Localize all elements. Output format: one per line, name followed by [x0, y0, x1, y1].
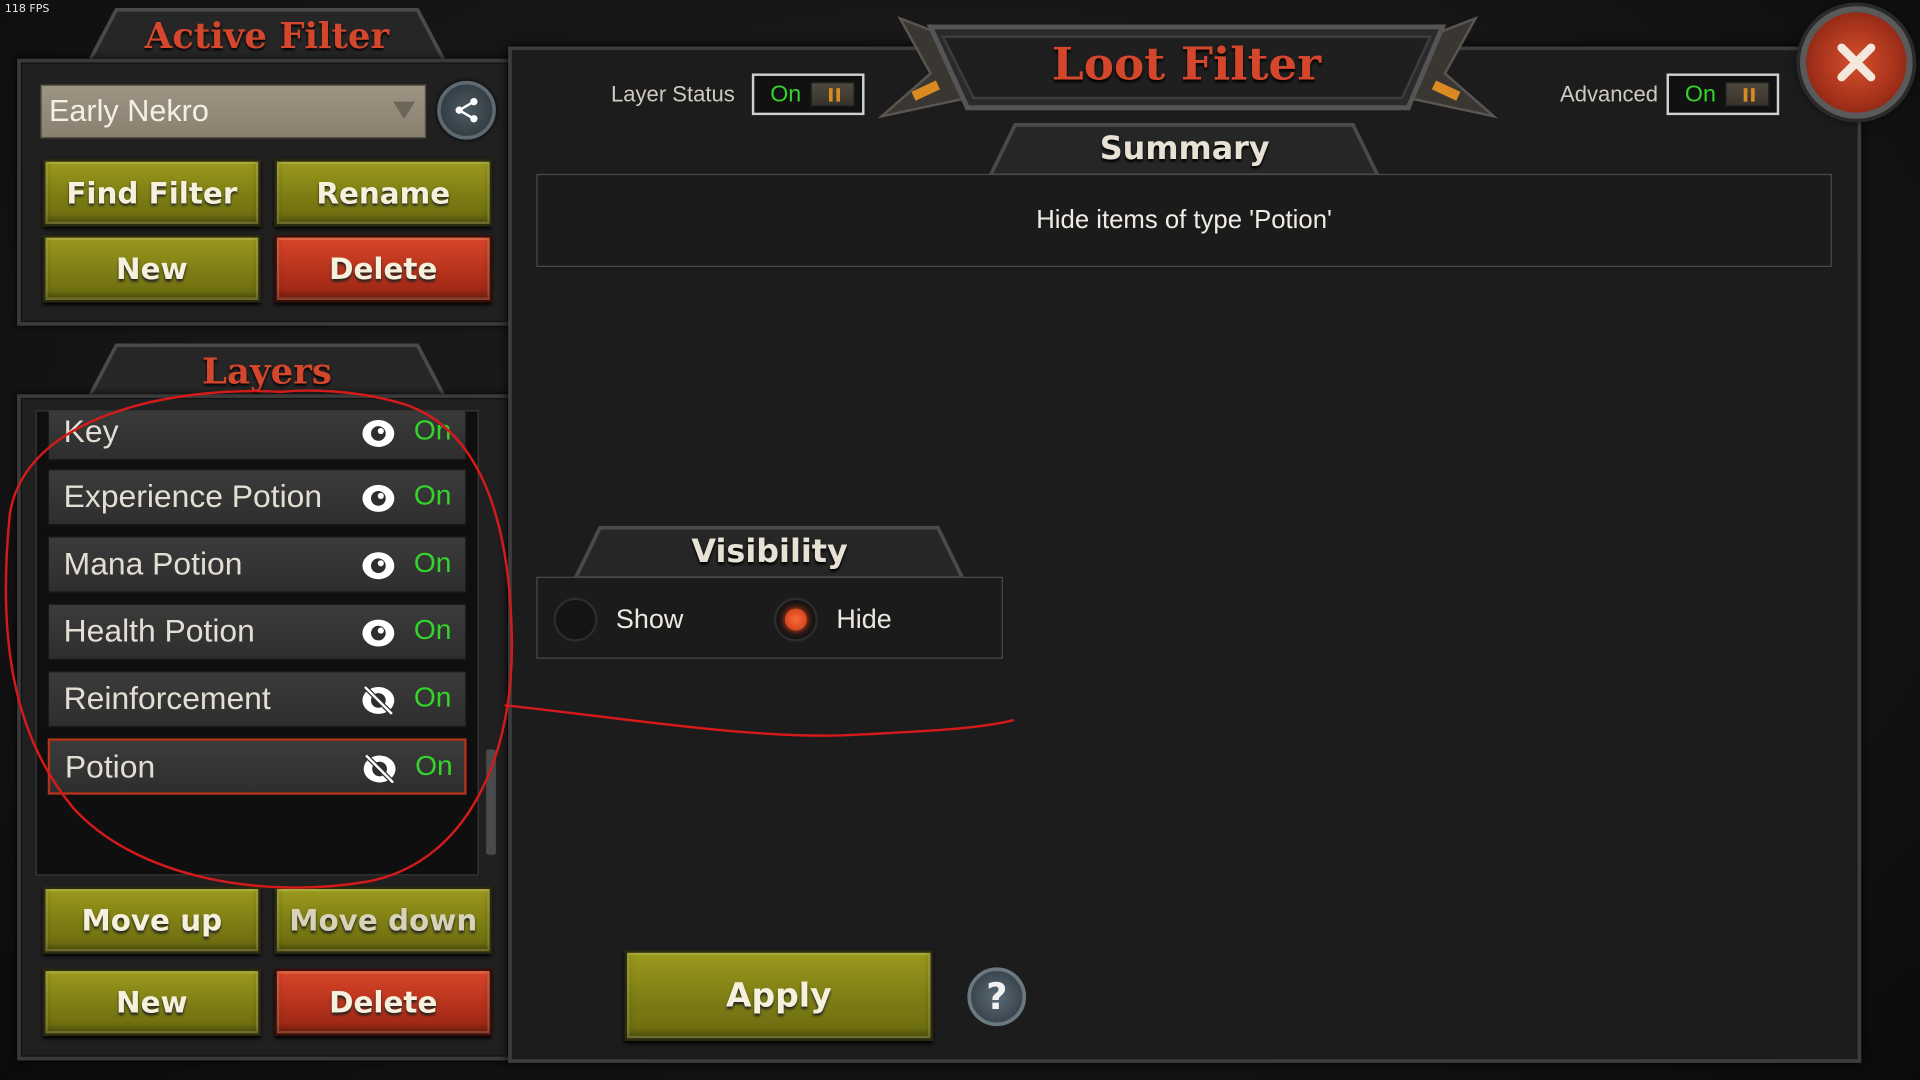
layer-row[interactable]: Reinforcement On — [47, 671, 467, 728]
layer-row[interactable]: Mana Potion On — [47, 536, 467, 593]
fps-counter: 118 FPS — [4, 3, 50, 16]
delete-filter-button[interactable]: Delete — [274, 235, 493, 303]
loot-filter-title-tab: Loot Filter — [943, 17, 1430, 103]
show-label[interactable]: Show — [616, 604, 683, 636]
move-up-button[interactable]: Move up — [42, 886, 261, 954]
find-filter-button[interactable]: Find Filter — [42, 159, 261, 227]
share-icon — [455, 97, 478, 123]
toggle-knob — [810, 82, 855, 107]
eye-slash-icon[interactable] — [361, 751, 398, 788]
layers-list[interactable]: Key On Experience Potion On Mana Potion … — [35, 410, 479, 876]
game-ui-root: 118 FPS Active Filter Early Nekro Find F… — [0, 0, 1920, 1080]
layer-row[interactable]: Health Potion On — [47, 603, 467, 661]
layers-tab: Layers — [67, 343, 466, 399]
summary-box: Hide items of type 'Potion' — [536, 173, 1832, 267]
layer-status[interactable]: On — [414, 681, 452, 714]
toggle-knob — [1725, 82, 1770, 107]
layer-label: Key — [63, 412, 119, 450]
layer-status-value: On — [770, 82, 802, 108]
summary-title: Summary — [1099, 131, 1270, 168]
active-filter-tab: Active Filter — [67, 7, 466, 64]
layer-label: Health Potion — [63, 612, 255, 649]
layer-status[interactable]: On — [414, 479, 452, 512]
visibility-tab: Visibility — [571, 525, 969, 580]
layer-label: Potion — [64, 748, 156, 785]
active-filter-title: Active Filter — [144, 14, 390, 57]
help-button[interactable]: ? — [967, 967, 1027, 1027]
close-button[interactable] — [1800, 6, 1913, 119]
eye-icon[interactable] — [360, 615, 397, 652]
layers-title: Layers — [201, 350, 332, 392]
rename-button[interactable]: Rename — [274, 159, 493, 227]
apply-button[interactable]: Apply — [624, 950, 934, 1041]
layer-label: Reinforcement — [63, 679, 271, 717]
layers-scrollbar[interactable] — [486, 749, 496, 855]
layer-status-label: Layer Status — [611, 82, 735, 107]
layer-row-selected[interactable]: Potion On — [47, 738, 467, 795]
eye-slash-icon[interactable] — [360, 682, 397, 719]
delete-layer-button[interactable]: Delete — [274, 968, 493, 1036]
advanced-toggle[interactable]: On — [1666, 73, 1780, 116]
layer-row[interactable]: Experience Potion On — [47, 468, 467, 526]
advanced-label: Advanced — [1560, 82, 1659, 107]
new-layer-button[interactable]: New — [42, 968, 261, 1036]
move-down-button[interactable]: Move down — [274, 886, 493, 954]
summary-text: Hide items of type 'Potion' — [1036, 205, 1332, 234]
layer-label: Experience Potion — [63, 477, 323, 515]
new-filter-button[interactable]: New — [42, 235, 261, 303]
layer-status-toggle[interactable]: On — [751, 73, 865, 116]
hide-radio[interactable] — [773, 597, 818, 642]
filter-select-dropdown[interactable]: Early Nekro — [40, 84, 427, 139]
layer-status[interactable]: On — [414, 613, 452, 646]
hide-label[interactable]: Hide — [836, 604, 891, 636]
share-button[interactable] — [437, 80, 496, 140]
eye-icon[interactable] — [360, 415, 397, 452]
chevron-down-icon — [393, 101, 416, 119]
eye-icon[interactable] — [360, 480, 397, 517]
show-radio[interactable] — [553, 597, 598, 642]
filter-select-value: Early Nekro — [48, 94, 209, 129]
visibility-box — [536, 576, 1003, 659]
layer-status[interactable]: On — [415, 749, 453, 782]
close-icon — [1837, 43, 1876, 82]
eye-icon[interactable] — [360, 547, 397, 584]
layer-status[interactable]: On — [414, 414, 452, 447]
advanced-value: On — [1684, 82, 1716, 108]
layer-row[interactable]: Key On — [47, 411, 467, 461]
layer-label: Mana Potion — [63, 544, 243, 582]
visibility-title: Visibility — [691, 533, 848, 571]
summary-tab: Summary — [986, 122, 1384, 177]
loot-filter-title: Loot Filter — [1051, 36, 1322, 91]
layer-status[interactable]: On — [414, 546, 452, 579]
